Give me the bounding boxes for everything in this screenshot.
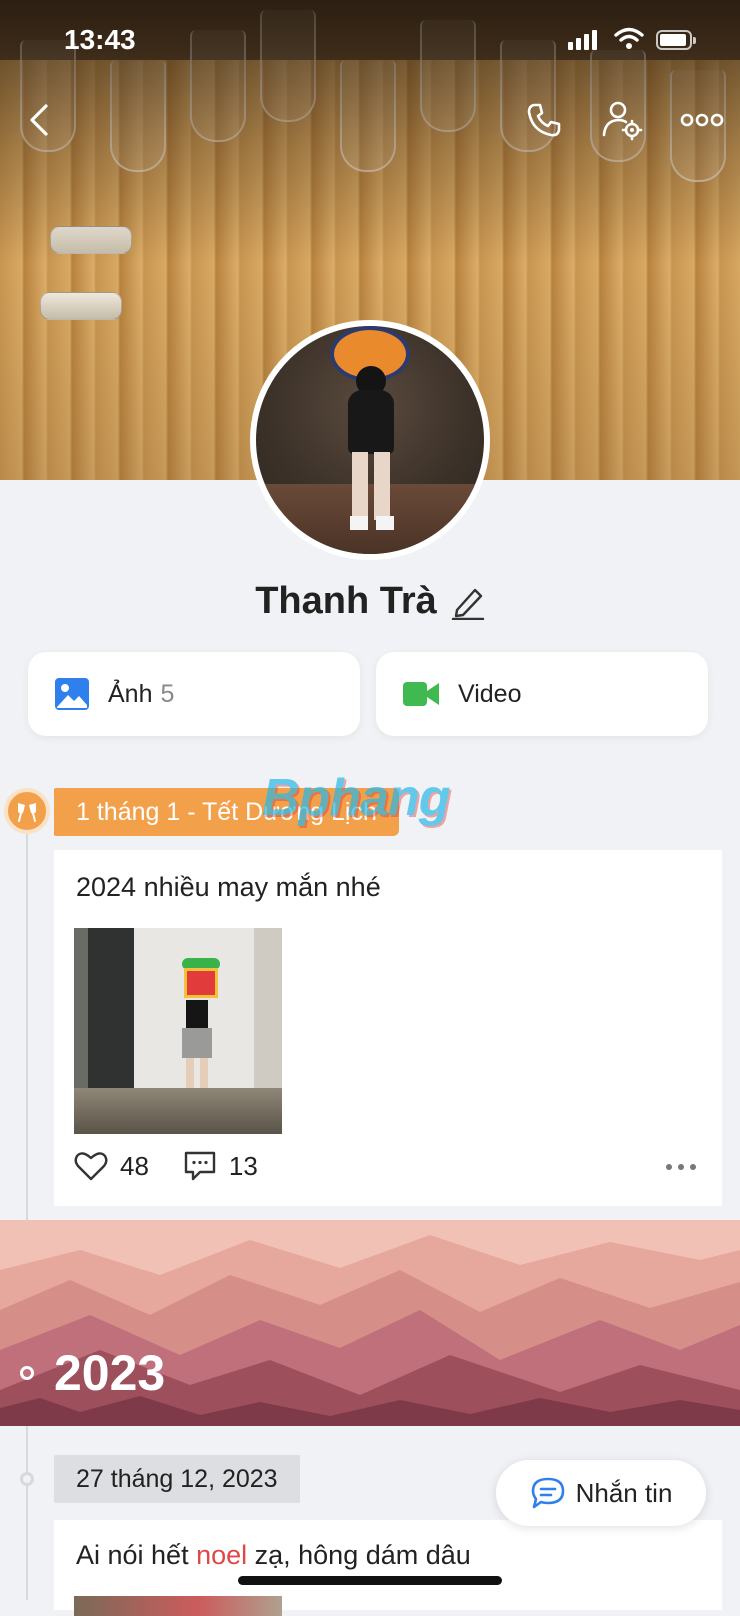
cheers-icon [18, 803, 36, 822]
post-photo-floor [74, 1088, 282, 1134]
photos-count: 5 [160, 679, 175, 708]
more-icon [680, 113, 724, 127]
photos-label: Ảnh [108, 679, 153, 708]
video-label: Video [458, 679, 522, 708]
wifi-icon [614, 27, 644, 49]
phone-icon [527, 103, 561, 137]
pencil-icon[interactable] [451, 584, 485, 620]
post-actions: 48 13 [74, 1150, 258, 1182]
timeline-post-2: Ai nói hết noel zạ, hông dám dâu [54, 1520, 722, 1616]
video-button[interactable]: Video [376, 652, 708, 736]
image-icon [55, 678, 89, 710]
comment-icon[interactable] [183, 1150, 217, 1182]
post-text: 2024 nhiều may mắn nhé [76, 872, 381, 902]
back-icon [30, 104, 48, 136]
back-button[interactable] [16, 96, 64, 144]
post-photo-person [186, 1000, 208, 1030]
chat-bubble-icon [531, 1477, 564, 1509]
post-photo[interactable] [74, 928, 282, 1134]
user-settings-icon [602, 101, 643, 141]
profile-name-row: Thanh Trà [0, 580, 740, 623]
comment-count: 13 [228, 1150, 258, 1181]
date-marker [20, 1472, 34, 1486]
signal-icon [568, 30, 597, 50]
post2-photo[interactable] [74, 1596, 282, 1616]
photos-button[interactable]: Ảnh 5 [28, 652, 360, 736]
home-indicator [238, 1576, 502, 1585]
event-badge [4, 788, 50, 834]
battery-icon [656, 30, 696, 50]
avatar-person-body [348, 390, 394, 454]
avatar-person-shoes [350, 516, 394, 530]
year-label: 2023 [54, 1345, 166, 1401]
timeline-post: 2024 nhiều may mắn nhé 48 13 [54, 850, 722, 1206]
message-button-label: Nhắn tin [575, 1477, 673, 1508]
profile-avatar[interactable] [250, 320, 490, 560]
post-more-button[interactable] [666, 1164, 696, 1170]
profile-name: Thanh Trà [255, 580, 437, 622]
watermark: Bphang [262, 769, 451, 827]
post2-text: Ai nói hết noel zạ, hông dám dâu [76, 1540, 471, 1571]
video-camera-icon [403, 682, 439, 706]
status-bar: 13:43 [0, 0, 740, 80]
call-button[interactable] [520, 96, 568, 144]
post-photo-legs [186, 1058, 208, 1088]
more-options-button[interactable] [676, 96, 728, 144]
status-time: 13:43 [64, 24, 136, 55]
avatar-person-legs [352, 452, 390, 520]
post2-text-before: Ai nói hết [76, 1540, 197, 1570]
gift-sticker [184, 968, 218, 998]
post2-text-after: zạ, hông dám dâu [247, 1540, 471, 1570]
like-count: 48 [120, 1150, 149, 1181]
post-photo-skirt [182, 1028, 212, 1058]
profile-settings-button[interactable] [598, 96, 646, 144]
message-button[interactable]: Nhắn tin [496, 1460, 706, 1526]
post2-highlight[interactable]: noel [196, 1540, 247, 1570]
heart-icon[interactable] [74, 1151, 108, 1181]
year-marker [20, 1366, 34, 1380]
date-label: 27 tháng 12, 2023 [54, 1455, 300, 1503]
